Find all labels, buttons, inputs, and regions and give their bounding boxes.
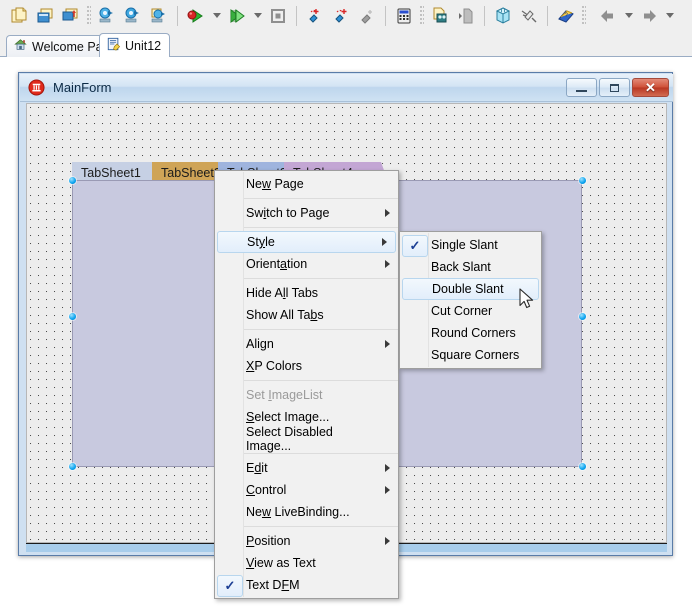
home-icon [13, 38, 28, 55]
menu-separator [244, 526, 398, 527]
menu-separator [244, 278, 398, 279]
menu-item-switch-to-page[interactable]: Switch to Page [215, 202, 398, 224]
main-toolbar: ? [0, 0, 692, 31]
find-in-files-icon[interactable] [427, 3, 453, 29]
chevron-right-icon [385, 537, 390, 545]
menu-item-edit[interactable]: Edit [215, 457, 398, 479]
menu-separator [244, 453, 398, 454]
menu-item-xp-colors[interactable]: XP Colors [215, 355, 398, 377]
submenu-item-single-slant[interactable]: ✓ Single Slant [400, 234, 541, 256]
toolbar-separator [296, 6, 297, 26]
chevron-right-icon [385, 340, 390, 348]
tab-unit12-label: Unit12 [125, 39, 161, 53]
toolbar-grip[interactable] [582, 6, 586, 26]
toggle-form-unit-icon[interactable] [94, 3, 120, 29]
menu-item-orientation[interactable]: Orientation [215, 253, 398, 275]
selection-handle-bottom-left[interactable] [69, 463, 76, 470]
delphi-form-icon [28, 79, 45, 96]
close-button[interactable]: ✕ [632, 78, 669, 97]
save-all-icon[interactable] [58, 3, 84, 29]
toolbar-separator [177, 6, 178, 26]
run-icon[interactable] [224, 3, 250, 29]
menu-item-control[interactable]: Control [215, 479, 398, 501]
submenu-item-cut-corner-label: Cut Corner [431, 304, 492, 318]
menu-separator [244, 198, 398, 199]
refactor-icon[interactable] [516, 3, 542, 29]
checkmark-icon: ✓ [402, 235, 428, 257]
mouse-cursor [519, 288, 536, 315]
submenu-item-back-slant[interactable]: Back Slant [400, 256, 541, 278]
menu-separator [244, 329, 398, 330]
menu-item-position[interactable]: Position [215, 530, 398, 552]
window-buttons: ✕ [566, 78, 669, 97]
submenu-item-square-corners[interactable]: Square Corners [400, 344, 541, 366]
new-file-icon[interactable] [6, 3, 32, 29]
submenu-item-single-slant-label: Single Slant [431, 238, 498, 252]
selection-handle-mid-left[interactable] [69, 313, 76, 320]
page-tab-tabsheet1-label: TabSheet1 [81, 166, 141, 180]
menu-item-new-page[interactable]: New Page [215, 173, 398, 195]
minimize-button[interactable] [566, 78, 597, 97]
menu-item-set-imagelist: Set ImageList [215, 384, 398, 406]
menu-item-style[interactable]: Style [217, 231, 396, 253]
menu-item-select-disabled-image[interactable]: Select Disabled Image... [215, 428, 398, 450]
maximize-button[interactable] [599, 78, 630, 97]
menu-item-view-as-text[interactable]: View as Text [215, 552, 398, 574]
toolbar-separator [547, 6, 548, 26]
menu-separator [244, 227, 398, 228]
toolbar-separator [385, 6, 386, 26]
menu-item-align[interactable]: Align [215, 333, 398, 355]
trace-icon[interactable] [354, 3, 380, 29]
calculator-icon[interactable] [391, 3, 417, 29]
editor-tabstrip: Welcome Page Unit12 [0, 31, 692, 57]
form-titlebar[interactable]: MainForm ✕ [20, 74, 673, 102]
view-form-icon[interactable] [146, 3, 172, 29]
breakpoint-add-icon[interactable] [302, 3, 328, 29]
navigate-forward-icon[interactable] [636, 3, 662, 29]
toolbar-grip[interactable] [420, 6, 424, 26]
help-book-icon[interactable]: ? [553, 3, 579, 29]
selection-handle-mid-right[interactable] [579, 313, 586, 320]
form-title-label: MainForm [53, 80, 112, 95]
page-tab-tabsheet2-label: TabSheet2 [161, 166, 221, 180]
next-page-icon[interactable] [453, 3, 479, 29]
run-debug-dropdown[interactable] [209, 3, 224, 29]
watch-add-icon[interactable] [328, 3, 354, 29]
navigate-forward-dropdown[interactable] [662, 3, 677, 29]
menu-item-show-all-tabs[interactable]: Show All Tabs [215, 304, 398, 326]
chevron-right-icon [385, 260, 390, 268]
submenu-item-round-corners[interactable]: Round Corners [400, 322, 541, 344]
submenu-item-square-corners-label: Square Corners [431, 348, 519, 362]
run-dropdown[interactable] [250, 3, 265, 29]
run-debug-icon[interactable] [183, 3, 209, 29]
toolbar-separator [484, 6, 485, 26]
chevron-right-icon [385, 209, 390, 217]
navigate-back-icon[interactable] [595, 3, 621, 29]
selection-handle-top-right[interactable] [579, 177, 586, 184]
menu-item-new-livebinding[interactable]: New LiveBinding... [215, 501, 398, 523]
view-unit-icon[interactable] [120, 3, 146, 29]
navigate-back-dropdown[interactable] [621, 3, 636, 29]
tab-unit12[interactable]: Unit12 [99, 33, 170, 57]
menu-item-text-dfm[interactable]: ✓ Text DFM [215, 574, 398, 596]
selection-handle-top-left[interactable] [69, 177, 76, 184]
unit-file-icon [106, 37, 121, 54]
selection-handle-bottom-right[interactable] [579, 463, 586, 470]
chevron-right-icon [385, 464, 390, 472]
checkmark-icon: ✓ [217, 575, 243, 597]
menu-separator [244, 380, 398, 381]
designer-context-menu: New Page Switch to Page Style Orientatio… [214, 170, 399, 599]
pause-box-icon[interactable] [265, 3, 291, 29]
open-project-icon[interactable] [32, 3, 58, 29]
submenu-item-round-corners-label: Round Corners [431, 326, 516, 340]
submenu-item-double-slant-label: Double Slant [432, 282, 504, 296]
toolbar-grip[interactable] [87, 6, 91, 26]
menu-item-hide-all-tabs[interactable]: Hide All Tabs [215, 282, 398, 304]
chevron-right-icon [385, 486, 390, 494]
submenu-item-back-slant-label: Back Slant [431, 260, 491, 274]
chevron-right-icon [382, 238, 387, 246]
package-icon[interactable] [490, 3, 516, 29]
